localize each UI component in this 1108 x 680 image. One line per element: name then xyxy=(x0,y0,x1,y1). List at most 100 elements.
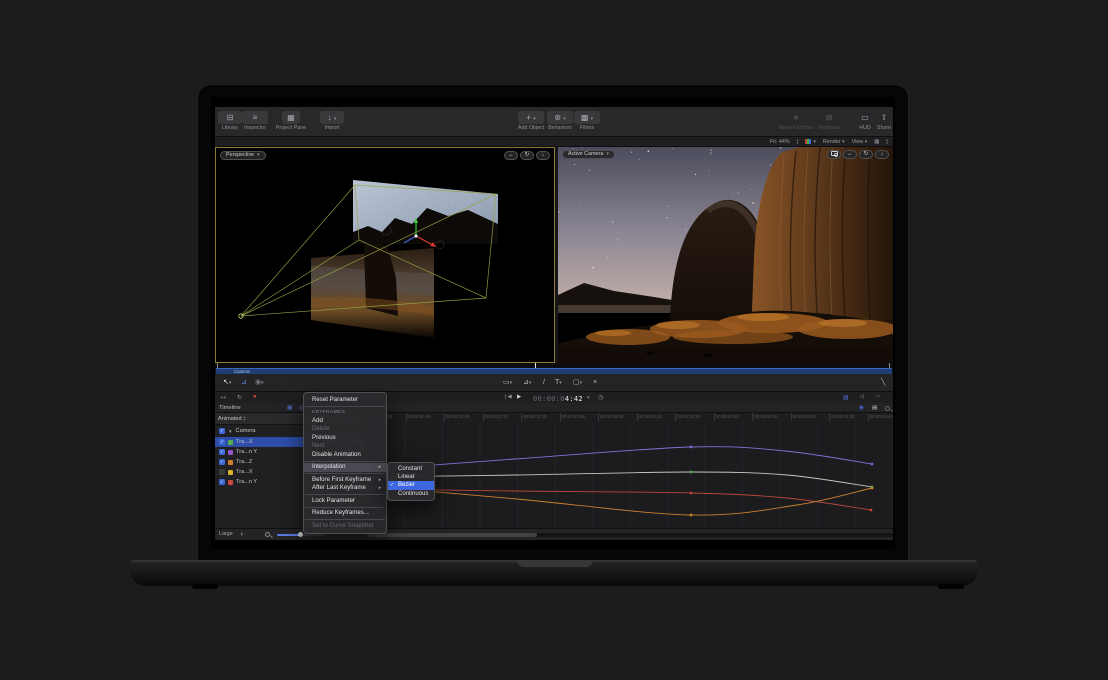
fit-stepper[interactable]: ▴▾ xyxy=(797,139,799,144)
timecode-display[interactable]: 00:00:04:42 xyxy=(533,394,583,403)
menu-section-keyframes: KEYFRAMES xyxy=(304,409,386,417)
share-button[interactable]: ⇧ Share xyxy=(875,111,893,131)
bezier-tool[interactable]: ⊿▾ xyxy=(523,378,531,388)
inspector-icon: ≡ xyxy=(242,111,268,124)
right-view-selector[interactable]: Active Camera▾ xyxy=(562,150,615,159)
fit-view-button[interactable]: ↔ xyxy=(504,151,518,160)
inspector-button[interactable]: ≡ Inspector xyxy=(242,111,268,131)
perspective-3d-scene xyxy=(216,148,554,362)
keyframe-visibility-toggle[interactable]: ◉ xyxy=(859,405,864,411)
purple-curve-keyframe[interactable] xyxy=(871,463,874,466)
macbook-lid-notch xyxy=(517,560,593,567)
color-channels-icon xyxy=(805,139,811,144)
menu-item-before-first-keyframe[interactable]: Before First Keyframe▸ xyxy=(304,476,386,485)
hud-icon: ▭ xyxy=(855,111,875,124)
white-curve[interactable] xyxy=(367,472,872,487)
right-viewport-controls: ↔ ↻ ↓ xyxy=(827,150,889,159)
menu-item-reduce-keyframes[interactable]: Reduce Keyframes... xyxy=(304,509,386,518)
active-camera-viewport-canvas[interactable]: Active Camera▾ ↔ ↻ ↓ xyxy=(558,147,893,363)
macbook-foot-right xyxy=(938,584,964,589)
rectangle-tool[interactable]: ▭▾ xyxy=(503,378,512,388)
menu-separator xyxy=(305,507,385,508)
library-button[interactable]: ⊟ Library xyxy=(218,111,242,131)
mask-tool[interactable]: ╲ xyxy=(881,378,885,388)
menu-item-delete: Delete xyxy=(304,425,386,434)
timing-display-icon[interactable]: ◷ xyxy=(598,394,603,401)
replicate-button: ⊞ Replicate xyxy=(811,111,847,131)
marker-tool-icon[interactable]: ↦ xyxy=(221,394,226,401)
layout-button[interactable]: ▦ xyxy=(874,139,879,145)
reset-view-button[interactable]: ↻ xyxy=(520,151,534,160)
fit-view-button[interactable]: ↔ xyxy=(843,150,857,159)
hud-button[interactable]: ▭ HUD xyxy=(855,111,875,131)
fit-zoom-control[interactable]: Fit: 44% xyxy=(770,139,790,145)
perspective-viewport-canvas[interactable]: Perspective▾ ↔ ↻ ↓ xyxy=(215,147,555,363)
left-view-selector[interactable]: Perspective▾ xyxy=(220,151,266,160)
submenu-item-continuous[interactable]: Continuous xyxy=(388,490,434,498)
layout-stepper[interactable]: ▴▾ xyxy=(886,139,888,144)
audio-mute-icon[interactable]: ◁ xyxy=(860,394,864,400)
orange-curve-keyframe[interactable] xyxy=(690,514,693,517)
previous-frame-button[interactable]: ❘◀ xyxy=(503,394,512,400)
show-video-tracks-icon[interactable]: ▤ xyxy=(843,394,849,401)
filmstrip-toggle[interactable]: ▤ xyxy=(872,405,877,411)
menu-item-after-last-keyframe[interactable]: After Last Keyframe▸ xyxy=(304,484,386,493)
row-size-popup[interactable]: Large xyxy=(219,531,233,537)
submenu-arrow-icon: ▸ xyxy=(379,463,381,472)
view-menu[interactable]: View ▾ xyxy=(852,139,868,145)
play-button[interactable]: ▶ xyxy=(517,394,521,400)
filters-button[interactable]: ▩ ▾ Filters xyxy=(571,111,603,131)
select-tool[interactable]: ↖▾ xyxy=(223,378,231,388)
project-pane-button[interactable]: ▦ Project Pane xyxy=(270,111,312,131)
curve-scrollbar-track[interactable] xyxy=(367,533,893,537)
red-curve-keyframe[interactable] xyxy=(690,492,693,495)
project-pane-icon: ▦ xyxy=(282,111,300,124)
menu-item-interpolation[interactable]: Interpolation▸ xyxy=(304,463,386,472)
menu-separator xyxy=(305,473,385,474)
keyframe-curve-area[interactable] xyxy=(367,421,893,528)
menu-separator xyxy=(305,461,385,462)
submenu-arrow-icon: ▸ xyxy=(379,484,381,493)
purple-curve[interactable] xyxy=(367,447,872,470)
zoom-out-icon[interactable] xyxy=(265,532,270,539)
view-options-button[interactable]: ↓ xyxy=(536,151,550,160)
time-ruler[interactable]: 00:00:00:30 00:00:00:45 00:00:01:00 00:0… xyxy=(367,413,893,421)
menu-item-disable-animation[interactable]: Disable Animation xyxy=(304,451,386,460)
red-curve-keyframe[interactable] xyxy=(870,509,873,512)
channels-button[interactable]: ▾ xyxy=(805,139,816,145)
text-tool[interactable]: T▾ xyxy=(555,378,562,388)
submenu-item-bezier[interactable]: ✓Bezier xyxy=(388,481,434,489)
menu-item-reset-parameter[interactable]: Reset Parameter xyxy=(304,396,386,405)
loop-playback-icon[interactable]: ↻ xyxy=(237,394,242,401)
submenu-item-constant[interactable]: Constant xyxy=(388,465,434,473)
record-button[interactable]: ● xyxy=(253,394,257,400)
menu-item-lock-parameter[interactable]: Lock Parameter xyxy=(304,497,386,506)
orange-curve-keyframe[interactable] xyxy=(871,487,874,490)
disclosure-triangle[interactable]: ▼ xyxy=(228,429,233,434)
timecode-menu-chevron[interactable]: ▾ xyxy=(587,395,590,401)
timeline-zoom-slider[interactable] xyxy=(277,534,325,536)
menu-separator xyxy=(305,406,385,407)
edit-points-tool[interactable]: ⊿ xyxy=(241,378,247,388)
purple-curve-keyframe[interactable] xyxy=(690,446,693,449)
camera-overlay-button[interactable] xyxy=(827,150,841,159)
view-options-button[interactable]: ↓ xyxy=(875,150,889,159)
shape-tool[interactable]: ▢▾ xyxy=(573,378,582,388)
line-tool[interactable]: / xyxy=(543,378,545,388)
show-timeline-toggle[interactable]: ▦ xyxy=(287,405,292,411)
menu-item-previous[interactable]: Previous xyxy=(304,434,386,443)
replicate-icon: ⊞ xyxy=(811,111,847,124)
group-checkbox[interactable]: ✓ xyxy=(219,428,225,434)
white-curve-keyframe[interactable] xyxy=(690,471,693,474)
tab-timeline[interactable]: Timeline xyxy=(219,405,241,411)
row-size-stepper[interactable]: ▴▾ xyxy=(241,532,243,537)
import-button[interactable]: ↓ ▾ Import xyxy=(315,111,349,131)
menu-item-add[interactable]: Add xyxy=(304,417,386,426)
render-menu[interactable]: Render ▾ xyxy=(823,139,845,145)
animated-popup-stepper: ▴▾ xyxy=(244,416,246,421)
reset-view-button[interactable]: ↻ xyxy=(859,150,873,159)
crop-tool[interactable]: × xyxy=(593,378,597,388)
submenu-item-linear[interactable]: Linear xyxy=(388,473,434,481)
curve-scrollbar-thumb[interactable] xyxy=(367,533,537,537)
adjust-item-tool[interactable]: ◉▾ xyxy=(255,378,264,388)
